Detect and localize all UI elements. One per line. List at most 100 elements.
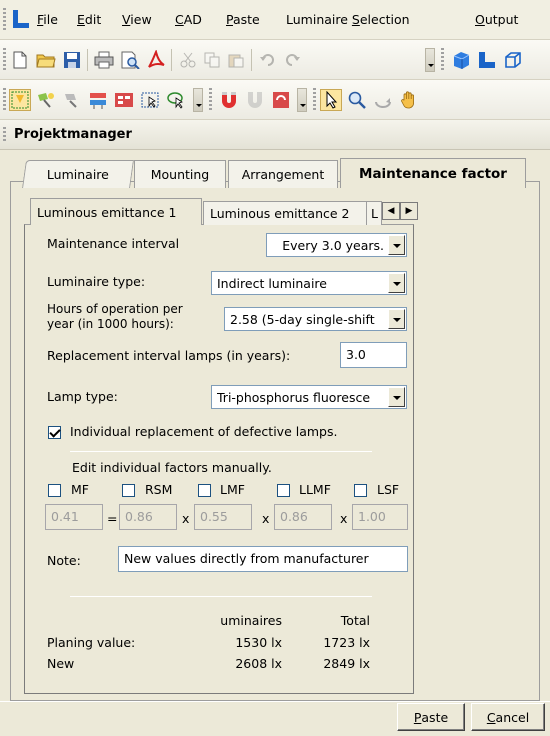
- dropdown-arrow-icon[interactable]: [388, 235, 405, 255]
- copy-icon: [201, 49, 223, 71]
- menu-output[interactable]: Output: [475, 12, 518, 27]
- tab-scroll-left-button[interactable]: ◀: [382, 202, 400, 220]
- room-l-shape-icon[interactable]: [476, 49, 498, 71]
- toolbar-overflow-dropdown[interactable]: [297, 88, 307, 112]
- tab-luminous-emittance-2[interactable]: Luminous emittance 2: [203, 201, 367, 225]
- tab-mounting[interactable]: Mounting: [134, 160, 226, 188]
- tab-scroll-right-button[interactable]: ▶: [400, 202, 418, 220]
- tab-luminaire[interactable]: Luminaire: [22, 160, 134, 188]
- grip-handle[interactable]: [3, 8, 6, 31]
- bottom-button-bar: [0, 701, 550, 736]
- grip-handle[interactable]: [209, 88, 212, 111]
- tab-label: Arrangement: [241, 167, 325, 182]
- grip-handle[interactable]: [441, 48, 444, 71]
- grip-handle[interactable]: [3, 88, 6, 111]
- new-total-value: 2849 lx: [323, 656, 370, 671]
- lmf-input[interactable]: 0.55: [194, 504, 252, 530]
- menu-file[interactable]: File: [37, 12, 58, 27]
- lsf-checkbox[interactable]: [354, 484, 367, 497]
- print-preview-icon[interactable]: [119, 49, 141, 71]
- open-folder-icon[interactable]: [35, 49, 57, 71]
- arrange-luminaires-icon[interactable]: [87, 89, 109, 111]
- dropdown-arrow-icon[interactable]: [388, 309, 405, 329]
- equals-sign: =: [107, 511, 118, 526]
- tab-arrangement[interactable]: Arrangement: [228, 160, 338, 188]
- lamp-type-value: Tri-phosphorus fluoresce: [217, 390, 371, 405]
- toolbar-overflow-dropdown[interactable]: [425, 48, 435, 72]
- maintenance-interval-value: Every 3.0 years.: [282, 238, 384, 253]
- lasso-select-icon[interactable]: [165, 89, 187, 111]
- print-icon[interactable]: [93, 49, 115, 71]
- note-input[interactable]: New values directly from manufacturer: [118, 546, 408, 572]
- dropdown-arrow-icon[interactable]: [388, 387, 405, 407]
- menu-view[interactable]: View: [122, 12, 152, 27]
- toolbar-overflow-dropdown[interactable]: [193, 88, 203, 112]
- llmf-input[interactable]: 0.86: [274, 504, 332, 530]
- llmf-label: LLMF: [299, 482, 331, 497]
- dropdown-arrow-icon[interactable]: [388, 273, 405, 293]
- paste-button[interactable]: Paste: [397, 703, 465, 731]
- hours-operation-value: 2.58 (5-day single-shift: [230, 312, 375, 327]
- 3d-view-icon[interactable]: [450, 49, 472, 71]
- save-icon[interactable]: [61, 49, 83, 71]
- pointer-select-icon[interactable]: [320, 89, 342, 111]
- rsm-input[interactable]: 0.86: [119, 504, 177, 530]
- menu-cad[interactable]: CAD: [175, 12, 202, 27]
- zoom-icon[interactable]: [346, 89, 368, 111]
- rotate-view-icon[interactable]: [372, 89, 394, 111]
- new-luminaires-value: 2608 lx: [235, 656, 282, 671]
- note-label: Note:: [47, 553, 81, 568]
- cancel-button-label: ancel: [495, 709, 530, 725]
- menu-paste[interactable]: Paste: [226, 12, 260, 27]
- lsf-label: LSF: [377, 482, 400, 497]
- grip-handle[interactable]: [3, 48, 6, 71]
- luminaire-type-label: Luminaire type:: [47, 274, 146, 289]
- paste-button-mnemonic: P: [413, 709, 422, 725]
- tab-maintenance-factor[interactable]: Maintenance factor: [340, 158, 526, 188]
- llmf-checkbox[interactable]: [277, 484, 290, 497]
- pdf-icon[interactable]: [145, 49, 167, 71]
- wireframe-cube-icon[interactable]: [502, 49, 524, 71]
- mf-checkbox[interactable]: [48, 484, 61, 497]
- rsm-checkbox[interactable]: [122, 484, 135, 497]
- menu-edit[interactable]: Edit: [77, 12, 101, 27]
- tab-luminous-emittance-3[interactable]: L: [366, 201, 382, 225]
- tab-label: Luminaire: [46, 167, 109, 182]
- grip-handle[interactable]: [3, 127, 6, 142]
- tab-luminous-emittance-1[interactable]: Luminous emittance 1: [30, 198, 202, 225]
- luminaire-tool-icon[interactable]: [35, 89, 57, 111]
- grip-handle[interactable]: [313, 88, 316, 111]
- mf-input[interactable]: 0.41: [45, 504, 103, 530]
- replacement-interval-input[interactable]: 3.0: [340, 342, 407, 368]
- replacement-interval-label: Replacement interval lamps (in years):: [47, 348, 291, 363]
- lmf-checkbox[interactable]: [198, 484, 211, 497]
- tab-label: Mounting: [150, 167, 210, 182]
- standard-toolbar: [0, 40, 550, 80]
- select-window-icon[interactable]: [139, 89, 161, 111]
- lsf-input[interactable]: 1.00: [352, 504, 408, 530]
- new-file-icon[interactable]: [9, 49, 31, 71]
- rotate-luminaire-icon[interactable]: [61, 89, 83, 111]
- divider: [70, 596, 372, 597]
- separator: [251, 49, 252, 71]
- pan-hand-icon[interactable]: [398, 89, 420, 111]
- col-total-header: Total: [340, 613, 370, 628]
- luminaire-type-select[interactable]: Indirect luminaire: [211, 271, 407, 295]
- hours-operation-label-line2: year (in 1000 hours):: [47, 317, 174, 331]
- snap-off-icon[interactable]: [244, 89, 266, 111]
- menu-luminaire-selection[interactable]: Luminaire Selection: [286, 12, 410, 27]
- maintenance-interval-label: Maintenance interval: [47, 236, 180, 251]
- lamp-type-select[interactable]: Tri-phosphorus fluoresce: [211, 385, 407, 409]
- hours-operation-select[interactable]: 2.58 (5-day single-shift: [224, 307, 407, 331]
- planing-value-label: Planing value:: [47, 635, 136, 650]
- multiply-sign: x: [262, 511, 270, 526]
- tools-toolbar: [0, 80, 550, 120]
- luminaire-select-icon[interactable]: [9, 89, 31, 111]
- redo-icon: [281, 49, 303, 71]
- individual-replacement-checkbox[interactable]: [48, 426, 61, 439]
- luminaire-list-icon[interactable]: [113, 89, 135, 111]
- maintenance-interval-select[interactable]: Every 3.0 years.: [266, 233, 407, 257]
- snap-magnet-icon[interactable]: [218, 89, 240, 111]
- cancel-button[interactable]: Cancel: [471, 703, 545, 731]
- grid-snap-icon[interactable]: [270, 89, 292, 111]
